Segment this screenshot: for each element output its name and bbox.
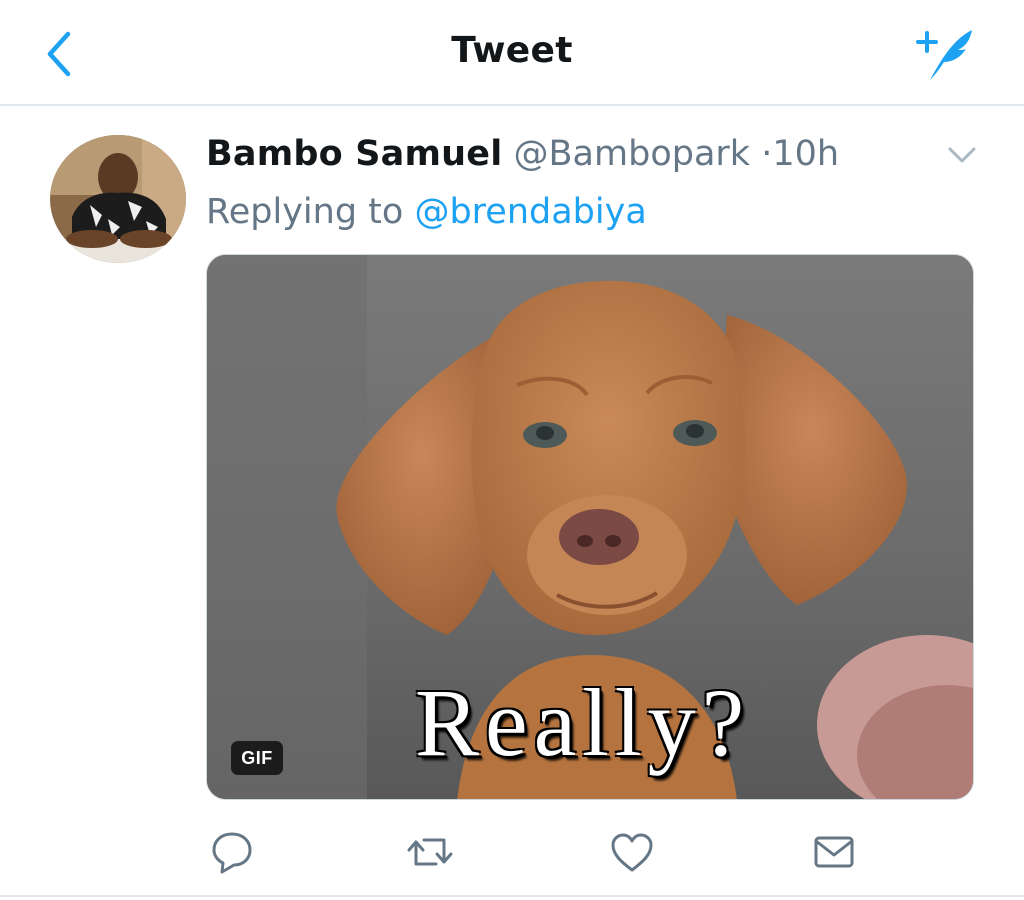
retweet-icon (407, 838, 453, 866)
tweet-timestamp: 10h (772, 134, 840, 174)
author-avatar[interactable] (50, 135, 186, 263)
avatar-photo (50, 135, 186, 263)
tweet-options-button[interactable] (944, 140, 980, 170)
heart-icon (611, 833, 653, 872)
gif-badge: GIF (231, 741, 283, 775)
gif-caption-text: Really? (415, 669, 751, 776)
compose-feather-icon (916, 30, 972, 80)
reply-button[interactable] (208, 828, 256, 876)
reply-bubble-icon (212, 832, 252, 874)
compose-tweet-button[interactable] (908, 22, 982, 86)
tweet-action-bar (0, 822, 1024, 882)
bottom-divider (0, 895, 1024, 897)
replying-to-line: Replying to @brendabiya (206, 188, 647, 236)
author-handle[interactable]: @Bambopark (514, 134, 751, 174)
page-title: Tweet (451, 30, 573, 71)
author-name[interactable]: Bambo Samuel (206, 134, 502, 174)
tweet-author-line: Bambo Samuel @Bambopark ·10h (206, 130, 839, 178)
chevron-down-icon (948, 147, 976, 163)
retweet-button[interactable] (406, 828, 454, 876)
separator-dot: · (761, 134, 773, 174)
replying-to-user-link[interactable]: @brendabiya (414, 192, 646, 232)
tweet-gif-media[interactable]: Really? GIF (206, 254, 974, 800)
top-navigation-bar: Tweet (0, 0, 1024, 106)
replying-to-label: Replying to (206, 192, 404, 232)
share-via-message-button[interactable] (810, 828, 858, 876)
like-button[interactable] (608, 828, 656, 876)
envelope-icon (814, 836, 854, 868)
